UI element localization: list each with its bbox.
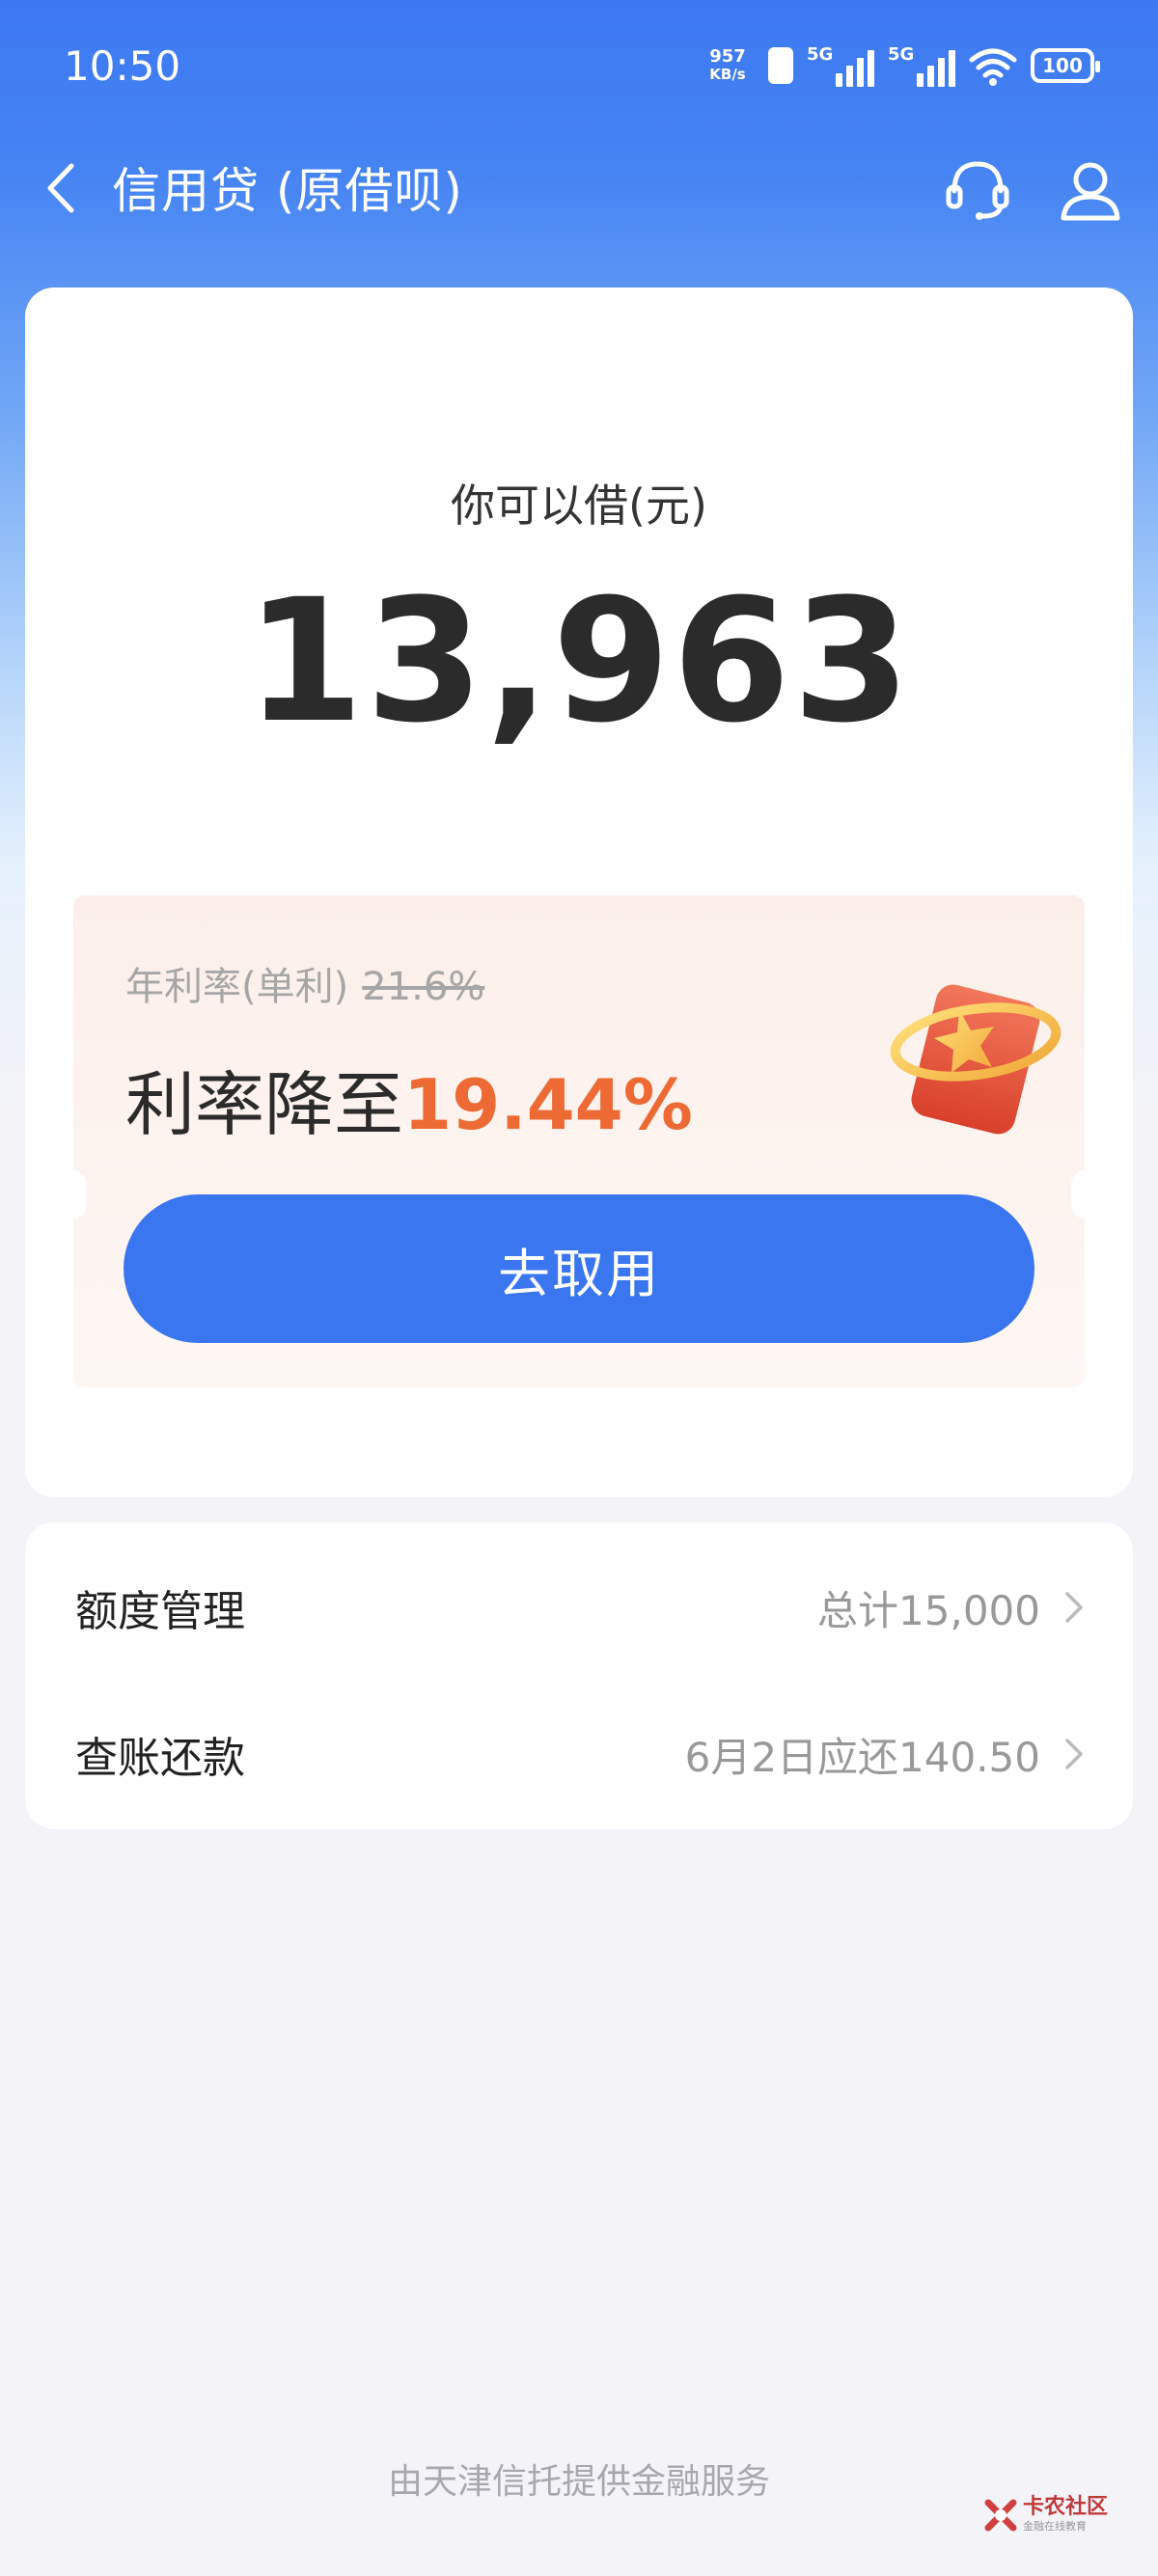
- original-rate: 年利率(单利) 21.6%: [125, 965, 485, 1009]
- menu-item-quota-management[interactable]: 额度管理 总计15,000: [25, 1530, 1133, 1675]
- menu-item-value: 总计15,000: [817, 1587, 1040, 1634]
- user-icon[interactable]: [1054, 152, 1127, 226]
- red-envelope-icon: [890, 984, 1062, 1135]
- watermark: 卡农社区 金融在线教育: [982, 2497, 1108, 2534]
- menu-item-value: 6月2日应还140.50: [684, 1734, 1040, 1781]
- battery-icon: 100: [1031, 48, 1100, 83]
- signal-icon: 5G: [807, 44, 874, 87]
- borrow-card: 你可以借(元) 13,963 年利率(单利)21.6% 利率降至19.44%: [25, 288, 1133, 1497]
- vibrate-icon: [768, 47, 793, 84]
- nav-bar: 信用贷 (原借呗): [0, 135, 1158, 241]
- network-speed: 957 KB/s: [709, 46, 746, 84]
- borrow-label: 你可以借(元): [451, 480, 707, 532]
- status-icons: 957 KB/s 5G 5G 100: [701, 44, 1100, 87]
- menu-item-label: 额度管理: [75, 1587, 245, 1636]
- menu-item-bill-repayment[interactable]: 查账还款 6月2日应还140.50: [25, 1677, 1133, 1822]
- discounted-rate-value: 19.44%: [403, 1064, 693, 1145]
- back-icon[interactable]: [29, 154, 96, 222]
- status-time: 10:50: [64, 42, 181, 90]
- status-bar: 10:50 957 KB/s 5G 5G 100: [0, 0, 1158, 135]
- wifi-icon: [969, 48, 1017, 86]
- chevron-right-icon: [1065, 1739, 1083, 1769]
- page-title: 信用贷 (原借呗): [112, 163, 463, 219]
- original-rate-value: 21.6%: [362, 965, 485, 1009]
- menu-card: 额度管理 总计15,000 查账还款 6月2日应还140.50: [25, 1522, 1133, 1829]
- customer-service-icon[interactable]: [941, 152, 1014, 226]
- chevron-right-icon: [1065, 1592, 1083, 1623]
- use-coupon-button[interactable]: 去取用: [124, 1194, 1034, 1343]
- watermark-logo-icon: [984, 2499, 1017, 2532]
- menu-item-label: 查账还款: [75, 1734, 245, 1783]
- borrow-amount: 13,963: [245, 562, 913, 760]
- discounted-rate: 利率降至19.44%: [125, 1064, 693, 1145]
- rate-coupon: 年利率(单利) 21.6% 利率降至19.44% 去取用: [60, 895, 1098, 1387]
- signal-icon-2: 5G: [888, 44, 955, 87]
